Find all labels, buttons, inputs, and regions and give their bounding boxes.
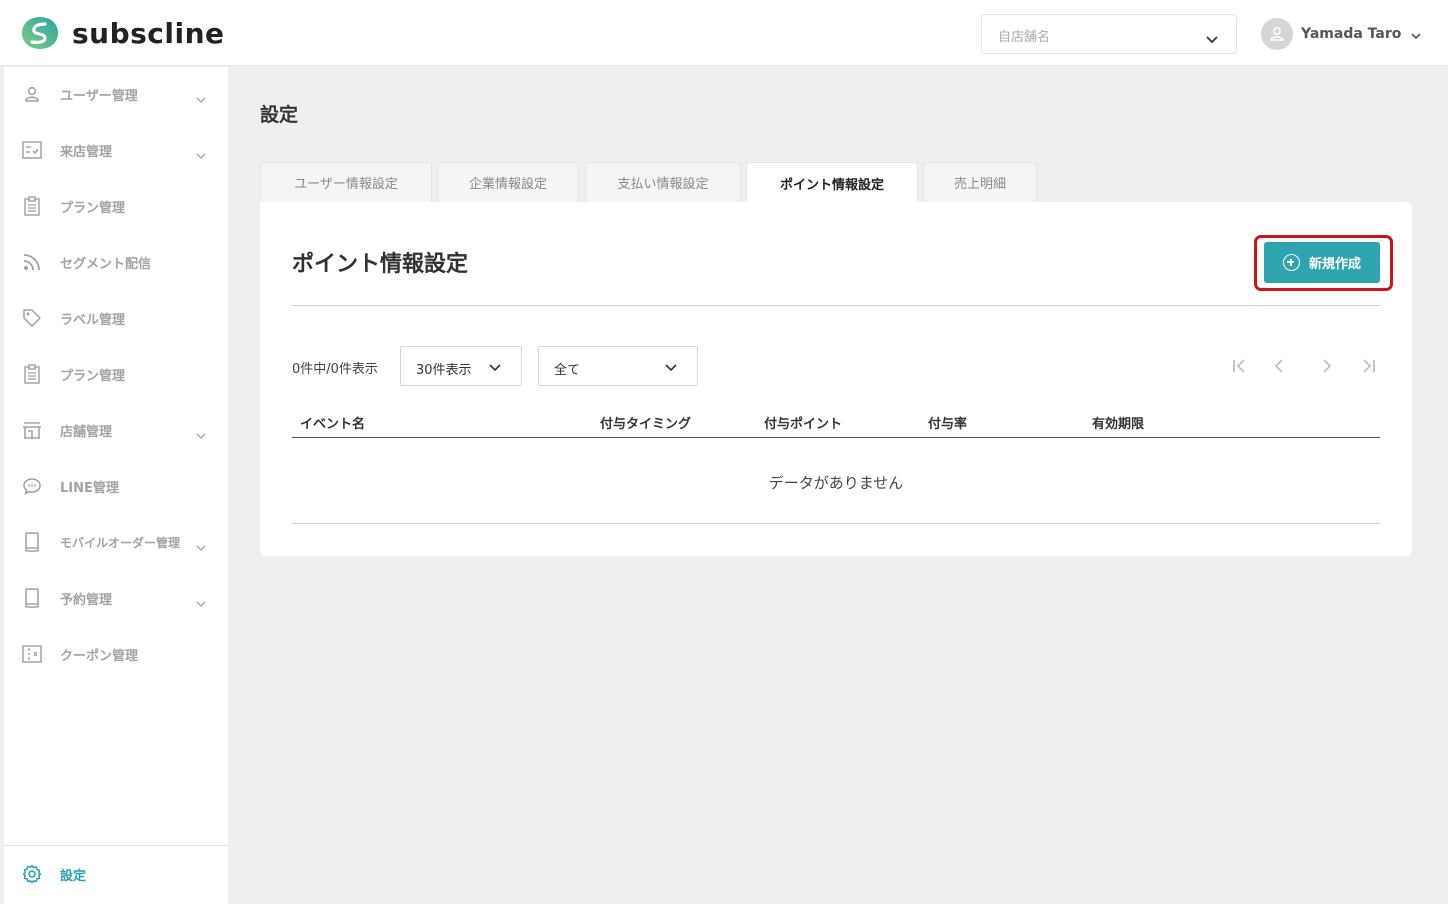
sidebar-item-settings[interactable]: 設定 — [4, 854, 228, 894]
store-icon — [22, 420, 42, 440]
tab-payment-info[interactable]: 支払い情報設定 — [585, 162, 741, 202]
sidebar-item-plan-management[interactable]: プラン管理 — [4, 186, 228, 226]
chevron-down-icon — [1411, 25, 1421, 44]
app-logo[interactable]: subscline — [20, 15, 225, 51]
sidebar-item-label: モバイルオーダー管理 — [60, 535, 181, 550]
column-header-grant-timing[interactable]: 付与タイミング — [600, 413, 691, 432]
chevron-down-icon — [196, 145, 206, 164]
filter-value: 全て — [554, 363, 581, 378]
user-menu[interactable]: Yamada Taro — [1261, 18, 1421, 50]
tag-icon — [22, 308, 42, 328]
page-title: 設定 — [260, 104, 299, 126]
chevron-down-icon — [1206, 29, 1218, 48]
sidebar-item-coupon-management[interactable]: クーポン管理 — [4, 634, 228, 674]
chevron-down-icon — [665, 361, 677, 376]
sidebar-item-label: プラン管理 — [60, 368, 126, 384]
mobile-icon — [22, 532, 42, 552]
chevron-down-icon — [489, 361, 501, 376]
per-page-select[interactable]: 30件表示 — [400, 346, 522, 386]
next-page-icon[interactable] — [1322, 358, 1332, 377]
store-select-placeholder: 自店舗名 — [998, 30, 1051, 45]
table-header-divider — [292, 437, 1380, 438]
create-new-button[interactable]: 新規作成 — [1264, 242, 1380, 283]
user-avatar-icon — [1270, 27, 1284, 41]
user-icon — [22, 84, 42, 104]
tab-company-info[interactable]: 企業情報設定 — [437, 162, 579, 202]
gear-icon — [22, 864, 42, 884]
chevron-down-icon — [196, 425, 206, 444]
chevron-down-icon — [196, 89, 206, 108]
card-divider — [292, 305, 1380, 306]
tab-sales-details[interactable]: 売上明細 — [923, 162, 1037, 202]
sidebar-item-store-management[interactable]: 店舗管理 — [4, 410, 228, 450]
point-settings-card: ポイント情報設定 新規作成 0件中/0件表示 30件表示 全て イベント名 付与… — [260, 202, 1412, 556]
app-name: subscline — [72, 16, 225, 50]
column-header-grant-points[interactable]: 付与ポイント — [764, 413, 842, 432]
plus-circle-icon — [1282, 254, 1300, 271]
empty-state-message: データがありません — [768, 474, 904, 492]
card-title: ポイント情報設定 — [292, 252, 469, 277]
clipboard-icon — [22, 196, 42, 216]
ticket-icon — [22, 644, 42, 664]
sidebar-item-label: 設定 — [60, 868, 87, 884]
sidebar-item-label: プラン管理 — [60, 200, 126, 216]
user-name: Yamada Taro — [1301, 26, 1402, 42]
sidebar-item-label-management[interactable]: ラベル管理 — [4, 298, 228, 338]
clipboard-icon — [22, 364, 42, 384]
filter-select[interactable]: 全て — [538, 346, 698, 386]
sidebar-item-plan-management-2[interactable]: プラン管理 — [4, 354, 228, 394]
sidebar-item-label: 店舗管理 — [60, 424, 113, 440]
sidebar-item-label: ユーザー管理 — [60, 88, 138, 104]
checklist-icon — [22, 140, 42, 160]
chevron-down-icon — [196, 593, 206, 612]
last-page-icon[interactable] — [1360, 358, 1376, 377]
sidebar-item-label: ラベル管理 — [60, 312, 126, 328]
first-page-icon[interactable] — [1232, 358, 1248, 377]
chat-icon — [22, 476, 42, 496]
sidebar-item-label: セグメント配信 — [60, 256, 152, 272]
sidebar: ユーザー管理 来店管理 プラン管理 セグメント配信 ラベル管理 プラン管理 店舗… — [4, 67, 228, 904]
mobile-icon — [22, 588, 42, 608]
column-header-expiry[interactable]: 有効期限 — [1092, 413, 1144, 432]
chevron-down-icon — [196, 537, 206, 556]
prev-page-icon[interactable] — [1274, 358, 1284, 377]
column-header-grant-rate[interactable]: 付与率 — [928, 413, 967, 432]
per-page-value: 30件表示 — [416, 363, 472, 378]
logo-mark-icon — [20, 15, 60, 51]
sidebar-item-mobile-order-management[interactable]: モバイルオーダー管理 — [4, 522, 228, 562]
rss-icon — [22, 252, 42, 272]
sidebar-item-user-management[interactable]: ユーザー管理 — [4, 74, 228, 114]
sidebar-item-label: LINE管理 — [60, 480, 119, 496]
tab-point-info[interactable]: ポイント情報設定 — [746, 162, 918, 203]
create-new-label: 新規作成 — [1308, 256, 1361, 271]
tab-user-info[interactable]: ユーザー情報設定 — [260, 162, 432, 202]
sidebar-item-label: 予約管理 — [60, 592, 113, 608]
table-bottom-divider — [292, 523, 1380, 524]
sidebar-divider — [4, 845, 228, 846]
record-count: 0件中/0件表示 — [292, 362, 378, 377]
sidebar-item-segment-delivery[interactable]: セグメント配信 — [4, 242, 228, 282]
sidebar-item-visit-management[interactable]: 来店管理 — [4, 130, 228, 170]
sidebar-item-label: 来店管理 — [60, 144, 113, 160]
store-select[interactable]: 自店舗名 — [981, 14, 1237, 54]
top-header: subscline 自店舗名 Yamada Taro — [0, 0, 1448, 66]
sidebar-item-reservation-management[interactable]: 予約管理 — [4, 578, 228, 618]
sidebar-item-line-management[interactable]: LINE管理 — [4, 466, 228, 506]
avatar — [1261, 18, 1293, 50]
column-header-event-name[interactable]: イベント名 — [300, 413, 365, 432]
sidebar-item-label: クーポン管理 — [60, 648, 139, 664]
